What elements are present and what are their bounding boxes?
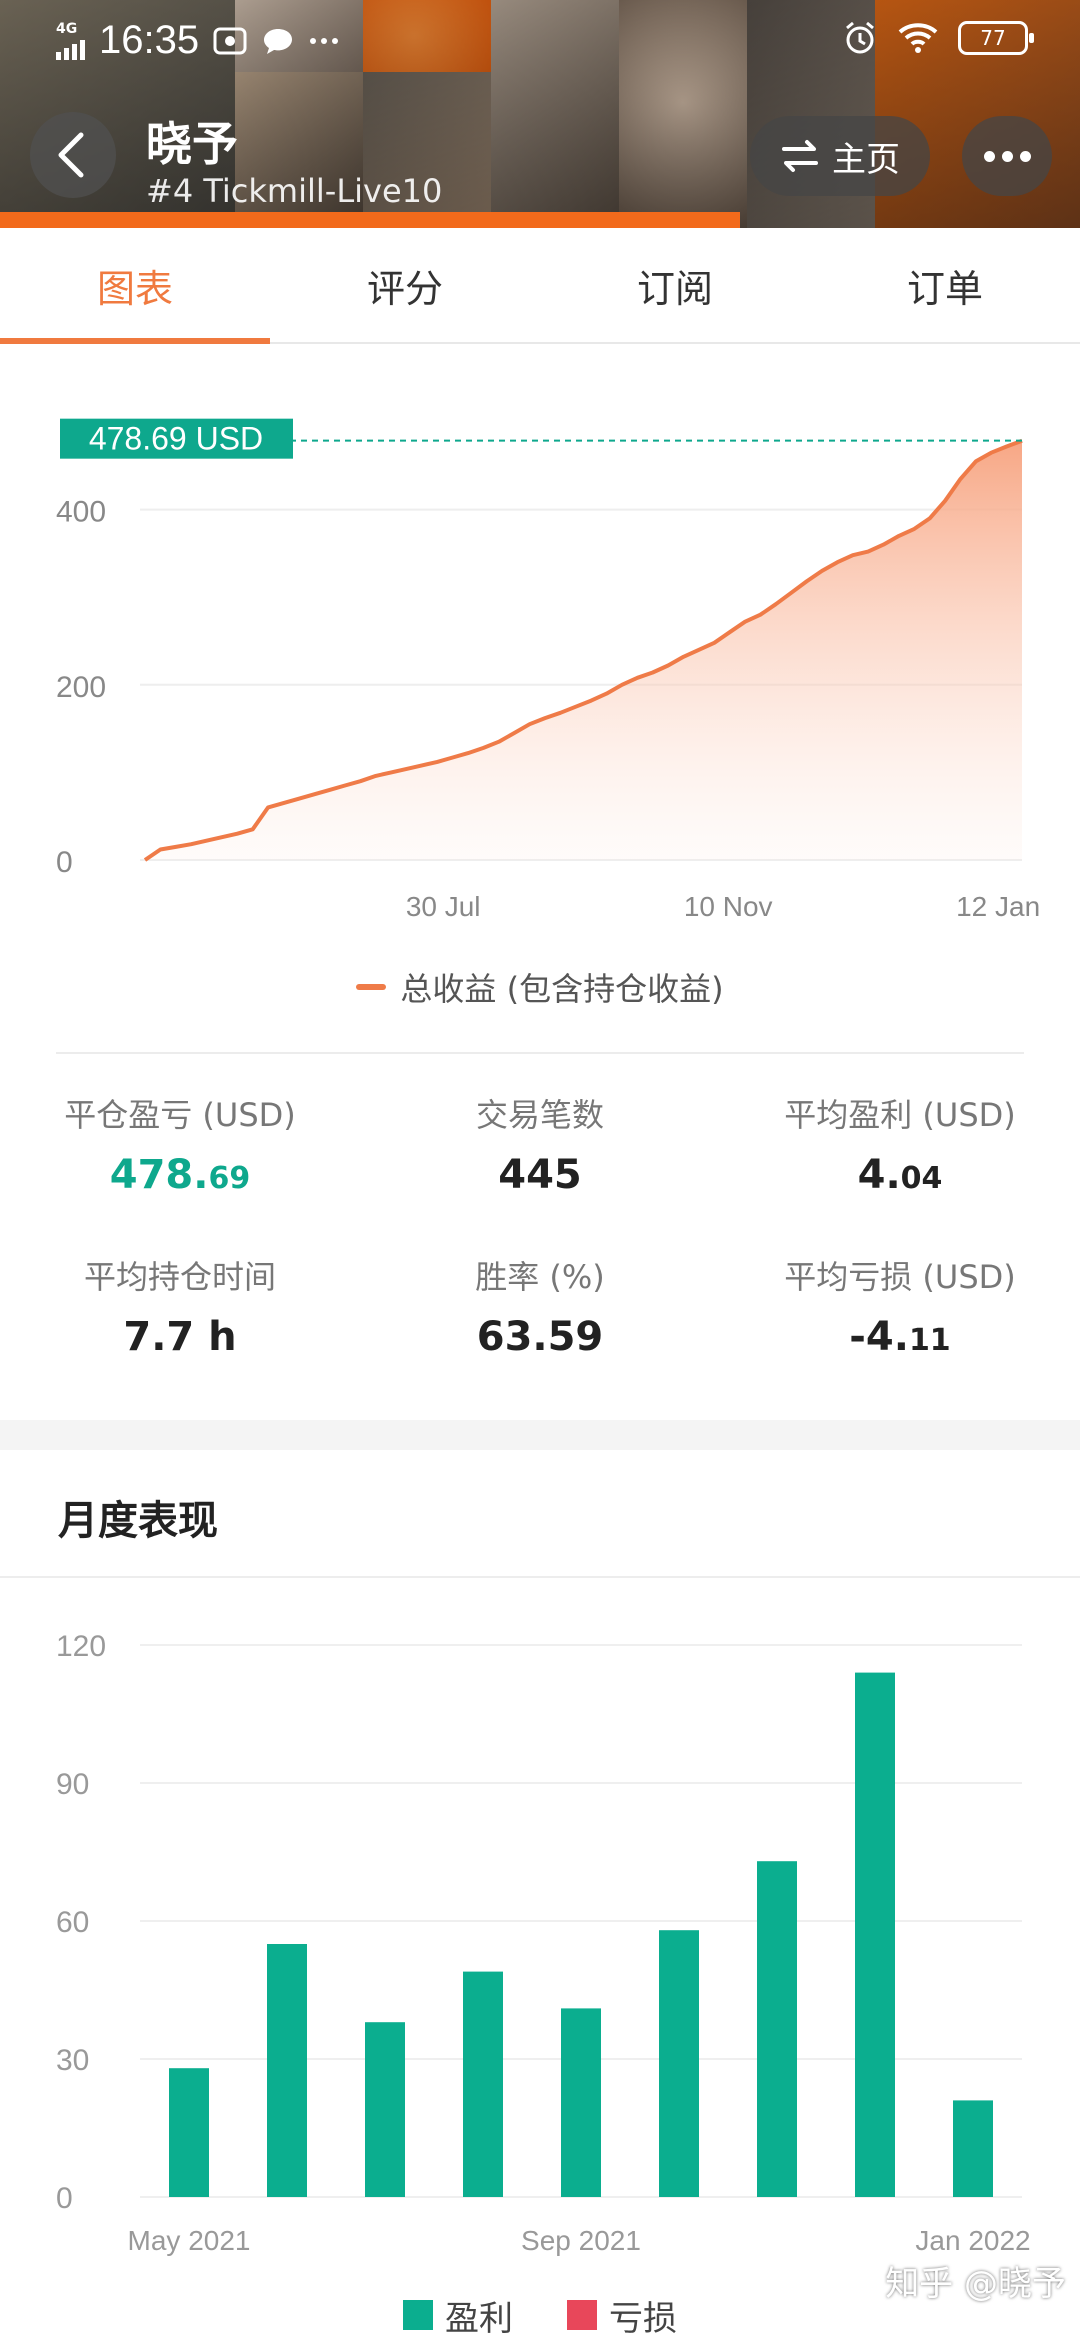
trader-rank-account: #4 Tickmill-Live10 bbox=[146, 172, 443, 210]
tab-active-indicator bbox=[0, 338, 270, 344]
tab-orders[interactable]: 订单 bbox=[810, 228, 1080, 342]
swap-icon bbox=[782, 140, 818, 172]
monthly-section-title: 月度表现 bbox=[58, 1498, 218, 1544]
trader-name: 晓予 bbox=[146, 117, 238, 171]
x-tick-label: 30 Jul bbox=[406, 891, 481, 922]
y-tick-label: 60 bbox=[56, 1906, 89, 1939]
alarm-icon bbox=[846, 21, 874, 54]
signal-icon bbox=[56, 38, 85, 60]
stat-label: 胜率 (%) bbox=[475, 1258, 605, 1296]
profile-header: 4G 16:35 77 晓予 #4 Tickmill-Live10 主页 bbox=[0, 0, 1080, 228]
message-icon bbox=[264, 28, 293, 54]
more-button[interactable] bbox=[962, 116, 1052, 196]
equity-area bbox=[145, 440, 1022, 860]
more-dots-icon bbox=[983, 150, 995, 162]
stat-closed-pnl: 平仓盈亏 (USD) 478.69 bbox=[0, 1090, 360, 1198]
profit-bar bbox=[757, 1861, 797, 2197]
stat-label: 平仓盈亏 (USD) bbox=[64, 1096, 296, 1134]
x-tick-label: 10 Nov bbox=[684, 891, 773, 922]
legend-item-profit[interactable]: 盈利 bbox=[403, 2290, 513, 2340]
status-bar: 4G 16:35 77 bbox=[0, 0, 1080, 84]
y-tick-label: 30 bbox=[56, 2044, 89, 2077]
x-tick-label: May 2021 bbox=[128, 2225, 251, 2256]
network-type: 4G bbox=[56, 20, 78, 37]
equity-legend-label: 总收益 (包含持仓收益) bbox=[400, 970, 724, 1008]
home-button[interactable]: 主页 bbox=[750, 116, 930, 196]
screenshot-icon bbox=[213, 27, 247, 54]
battery-icon: 77 bbox=[958, 21, 1034, 55]
legend-line-swatch bbox=[356, 984, 387, 990]
stat-avg-hold-time: 平均持仓时间 7.7 h bbox=[0, 1252, 360, 1360]
profit-bar bbox=[855, 1672, 895, 2197]
chevron-left-icon bbox=[58, 132, 84, 178]
stat-label: 平均持仓时间 bbox=[83, 1258, 276, 1296]
stat-value: -4.11 bbox=[849, 1314, 951, 1360]
x-tick-label: 12 Jan bbox=[956, 891, 1040, 922]
legend-item-loss[interactable]: 亏损 bbox=[567, 2290, 677, 2340]
stat-value: 7.7 h bbox=[123, 1314, 237, 1360]
legend-label: 亏损 bbox=[609, 2298, 677, 2339]
section-separator bbox=[0, 1420, 1080, 1450]
tab-rating[interactable]: 评分 bbox=[270, 228, 540, 342]
y-tick-label: 120 bbox=[56, 1630, 106, 1663]
back-button[interactable] bbox=[30, 112, 116, 198]
y-tick-label: 200 bbox=[56, 671, 106, 704]
equity-chart: 0 200 400 478.69 USD 30 Jul 10 Nov 12 Jan bbox=[56, 418, 1040, 922]
divider bbox=[0, 1576, 1080, 1578]
tab-chart[interactable]: 图表 bbox=[0, 228, 270, 342]
profit-bar bbox=[953, 2100, 993, 2197]
watermark: 知乎 @晓予 bbox=[885, 2264, 1066, 2304]
x-tick-label: Sep 2021 bbox=[521, 2225, 641, 2256]
stats-grid: 平仓盈亏 (USD) 478.69 交易笔数 445 平均盈利 (USD) 4.… bbox=[0, 1090, 1080, 1390]
home-button-label: 主页 bbox=[832, 139, 900, 180]
x-tick-label: Jan 2022 bbox=[915, 2225, 1030, 2256]
stat-label: 平均盈利 (USD) bbox=[784, 1096, 1016, 1134]
profit-bar bbox=[267, 1944, 307, 2197]
y-tick-label: 90 bbox=[56, 1768, 89, 1801]
current-value-label: 478.69 USD bbox=[89, 421, 263, 457]
profit-bar bbox=[561, 2008, 601, 2197]
tab-bar: 图表 评分 订阅 订单 bbox=[0, 228, 1080, 344]
stat-value: 445 bbox=[498, 1152, 582, 1198]
legend-swatch-loss bbox=[567, 2300, 597, 2330]
more-notifications-icon bbox=[310, 37, 339, 44]
stat-avg-loss: 平均亏损 (USD) -4.11 bbox=[720, 1252, 1080, 1360]
profit-bar bbox=[169, 2068, 209, 2197]
stat-label: 平均亏损 (USD) bbox=[784, 1258, 1016, 1296]
divider bbox=[56, 1052, 1024, 1054]
legend-label: 盈利 bbox=[445, 2298, 513, 2339]
y-tick-label: 0 bbox=[56, 846, 73, 879]
stat-value: 478.69 bbox=[109, 1152, 251, 1198]
wifi-icon bbox=[898, 23, 938, 53]
stat-avg-profit: 平均盈利 (USD) 4.04 bbox=[720, 1090, 1080, 1198]
profit-bar bbox=[463, 1971, 503, 2197]
stat-value: 63.59 bbox=[476, 1314, 604, 1360]
equity-legend: 总收益 (包含持仓收益) bbox=[0, 962, 1080, 1012]
profit-bar bbox=[365, 2022, 405, 2197]
stat-value: 4.04 bbox=[857, 1152, 943, 1198]
monthly-bar-chart: 0 30 60 90 120 May 2021 Sep 2021 Jan 2022 bbox=[56, 1630, 1031, 2256]
y-tick-label: 0 bbox=[56, 2182, 73, 2215]
legend-swatch-profit bbox=[403, 2300, 433, 2330]
header-accent-stripe bbox=[0, 212, 740, 228]
y-tick-label: 400 bbox=[56, 496, 106, 529]
clock: 16:35 bbox=[99, 18, 200, 62]
stat-label: 交易笔数 bbox=[475, 1096, 604, 1134]
battery-level: 77 bbox=[980, 26, 1006, 50]
tab-subscription[interactable]: 订阅 bbox=[540, 228, 810, 342]
profit-bar bbox=[659, 1930, 699, 2197]
stat-win-rate: 胜率 (%) 63.59 bbox=[360, 1252, 720, 1360]
stat-trade-count: 交易笔数 445 bbox=[360, 1090, 720, 1198]
